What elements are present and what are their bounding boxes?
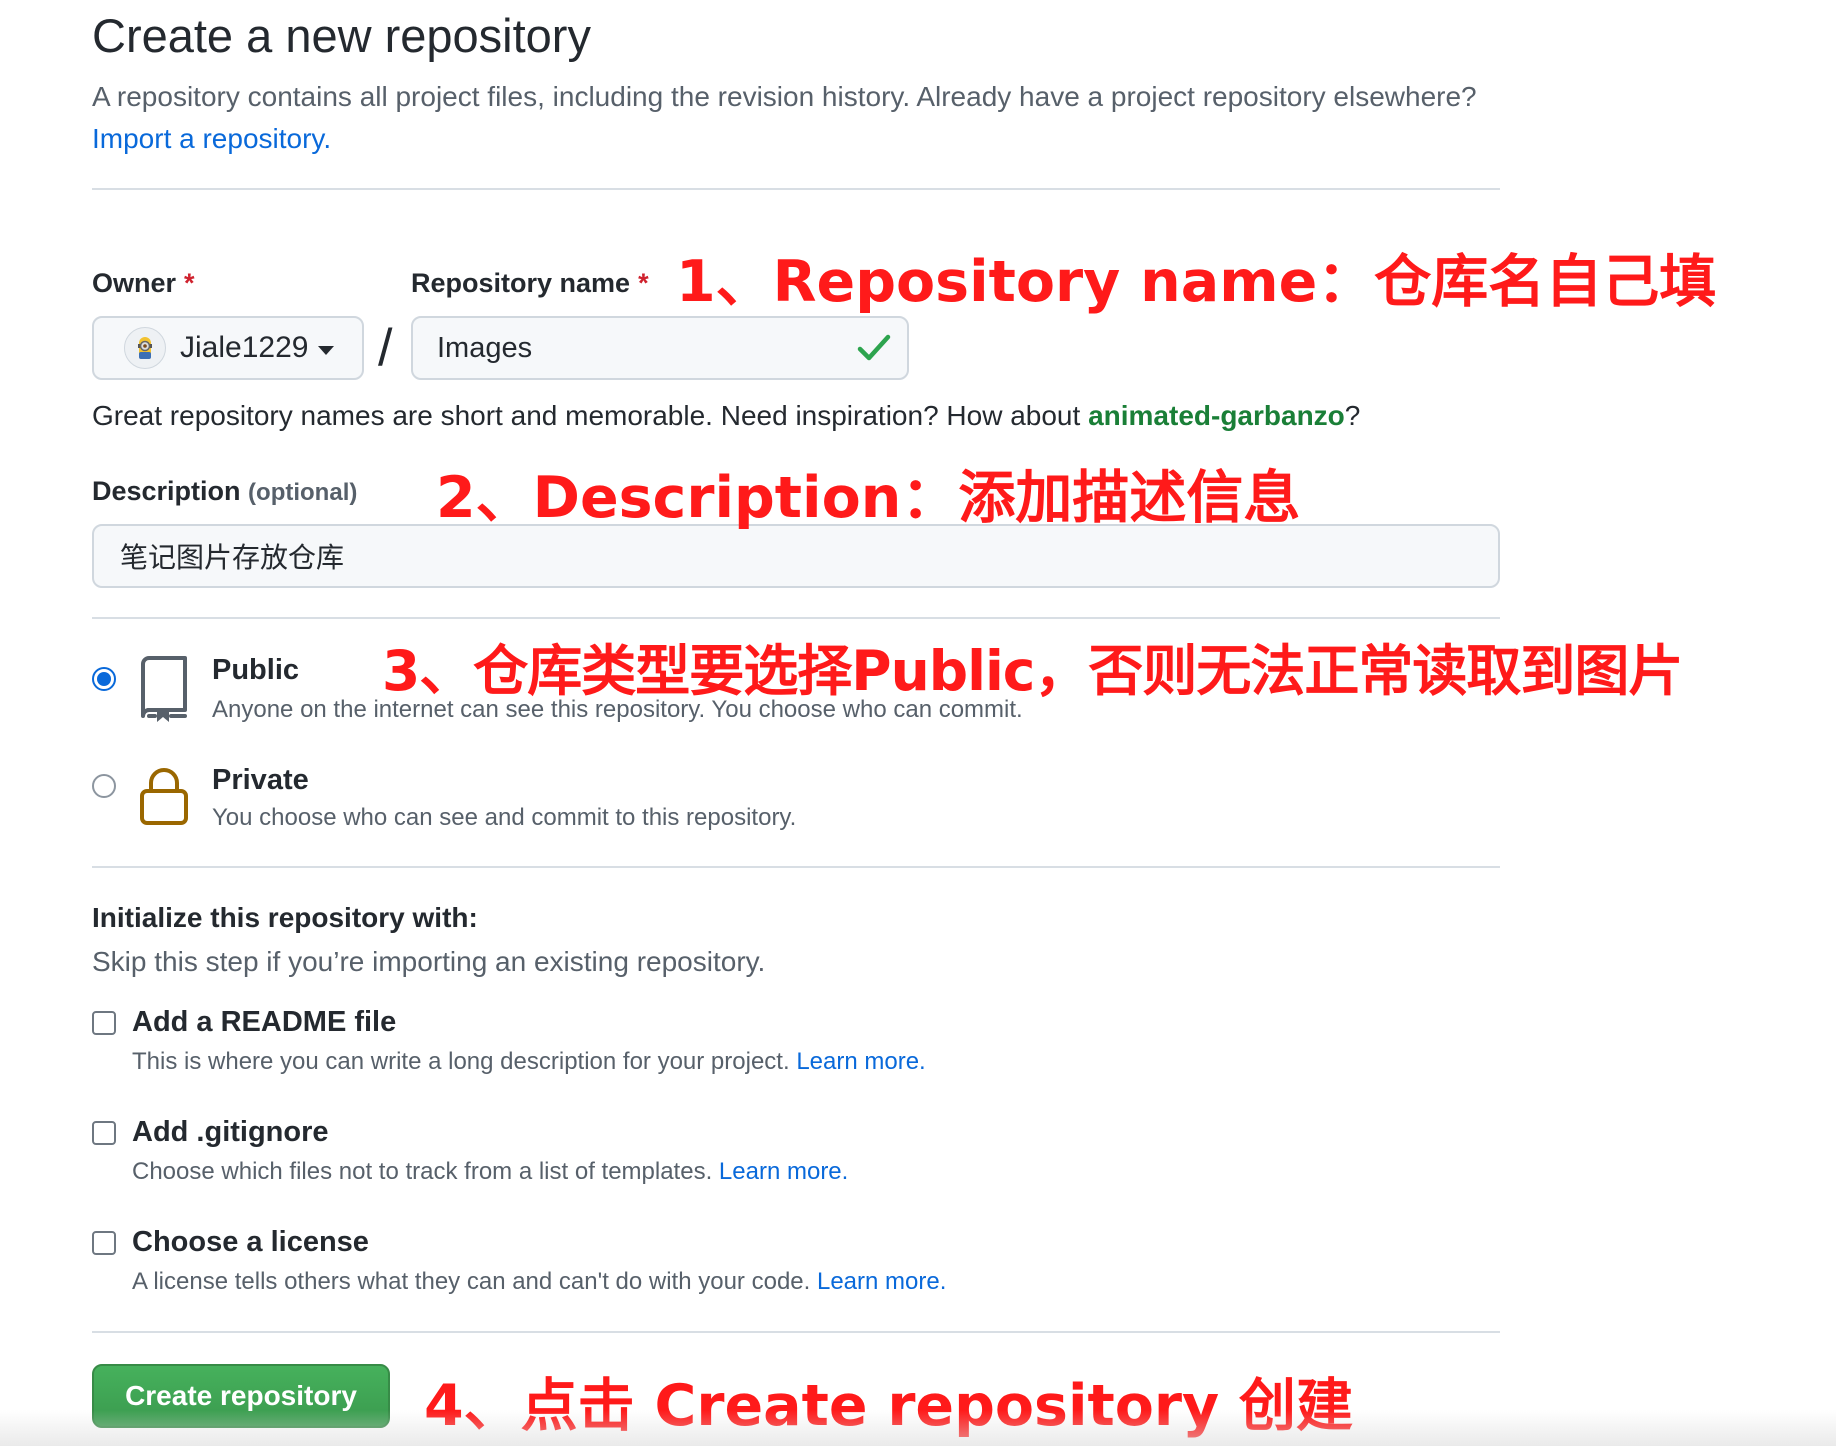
readme-description: This is where you can write a long descr… — [132, 1048, 926, 1076]
gitignore-learn-more-link[interactable]: Learn more. — [719, 1158, 848, 1185]
repo-icon — [138, 656, 190, 727]
owner-label: Owner * — [92, 268, 195, 299]
license-checkbox[interactable] — [92, 1231, 116, 1255]
owner-select[interactable]: Jiale1229 — [92, 316, 364, 380]
readme-desc-text: This is where you can write a long descr… — [132, 1048, 790, 1075]
annotation-step-1: 1、Repository name：仓库名自己填 — [676, 249, 1717, 315]
annotation-step-2: 2、Description：添加描述信息 — [436, 465, 1301, 531]
minion-avatar-icon — [124, 327, 166, 369]
divider — [92, 188, 1500, 190]
readme-title: Add a README file — [132, 1006, 397, 1038]
required-mark: * — [184, 268, 195, 298]
description-label-text: Description — [92, 476, 241, 506]
description-label: Description (optional) — [92, 476, 357, 507]
hint-text: Great repository names are short and mem… — [92, 400, 1081, 431]
repo-name-hint: Great repository names are short and mem… — [92, 400, 1360, 432]
gitignore-checkbox[interactable] — [92, 1121, 116, 1145]
initialize-title: Initialize this repository with: — [92, 902, 478, 933]
description-value: 笔记图片存放仓库 — [120, 542, 345, 573]
page-intro: A repository contains all project files,… — [92, 76, 1512, 160]
license-desc-text: A license tells others what they can and… — [132, 1268, 811, 1295]
owner-label-text: Owner — [92, 268, 177, 298]
private-radio[interactable] — [92, 774, 116, 798]
private-description: You choose who can see and commit to thi… — [212, 804, 797, 831]
readme-learn-more-link[interactable]: Learn more. — [796, 1048, 925, 1075]
gitignore-description: Choose which files not to track from a l… — [132, 1158, 848, 1186]
divider — [92, 1331, 1500, 1333]
repo-name-input[interactable]: Images — [411, 316, 909, 380]
intro-text: A repository contains all project files,… — [92, 81, 1477, 112]
readme-checkbox[interactable] — [92, 1011, 116, 1035]
annotation-step-3: 3、仓库类型要选择Public，否则无法正常读取到图片 — [382, 639, 1683, 703]
page-title: Create a new repository — [92, 9, 591, 62]
initialize-subtitle: Skip this step if you’re importing an ex… — [92, 946, 766, 977]
owner-repo-separator: / — [378, 319, 393, 377]
repo-name-label-text: Repository name — [411, 268, 631, 298]
owner-name: Jiale1229 — [180, 331, 309, 364]
gitignore-desc-text: Choose which files not to track from a l… — [132, 1158, 713, 1185]
annotation-step-4: 4、点击 Create repository 创建 — [424, 1373, 1354, 1439]
repo-name-value: Images — [437, 331, 533, 364]
license-description: A license tells others what they can and… — [132, 1268, 946, 1296]
create-repository-button[interactable]: Create repository — [92, 1364, 390, 1428]
name-suggestion-link[interactable]: animated-garbanzo — [1088, 400, 1345, 431]
optional-tag: (optional) — [248, 479, 358, 506]
public-title: Public — [212, 654, 300, 686]
license-title: Choose a license — [132, 1226, 369, 1258]
gitignore-title: Add .gitignore — [132, 1116, 329, 1148]
lock-icon — [138, 766, 190, 831]
required-mark: * — [638, 268, 649, 298]
import-repository-link[interactable]: Import a repository. — [92, 123, 331, 154]
hint-suffix: ? — [1344, 400, 1361, 431]
public-radio[interactable] — [92, 667, 116, 691]
caret-down-icon — [318, 345, 335, 355]
repo-name-label: Repository name * — [411, 268, 649, 299]
divider — [92, 866, 1500, 868]
license-learn-more-link[interactable]: Learn more. — [817, 1268, 946, 1295]
check-icon — [857, 332, 891, 372]
divider — [92, 617, 1500, 619]
private-title: Private — [212, 764, 309, 796]
